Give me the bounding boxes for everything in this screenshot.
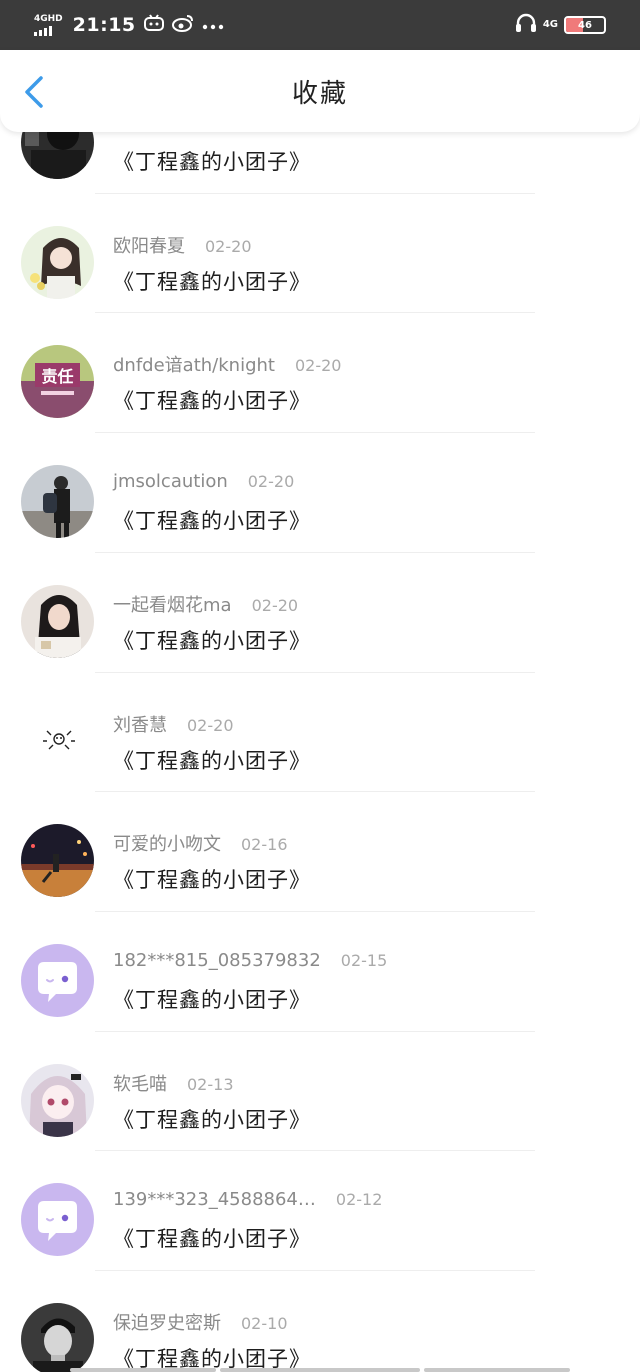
status-bar: 4GHD 21:15 4G 46 (0, 0, 640, 50)
username[interactable]: jmsolcaution (113, 471, 228, 492)
item-message: 《丁程鑫的小团子》 (113, 628, 311, 653)
headphones-icon (515, 13, 537, 37)
item-meta: 欧阳春夏 02-20 (113, 232, 252, 258)
battery-percent: 46 (578, 19, 592, 31)
item-message: 《丁程鑫的小团子》 (113, 987, 311, 1012)
favorite-item[interactable]: 保迫罗史密斯 02-10 《丁程鑫的小团子》 (0, 1271, 640, 1372)
item-message: 《丁程鑫的小团子》 (113, 1107, 311, 1132)
favorite-item[interactable]: 软毛喵 02-13 《丁程鑫的小团子》 (0, 1032, 640, 1152)
username[interactable]: 139***323_4588864… (113, 1189, 316, 1210)
status-left: 4GHD 21:15 (34, 14, 224, 36)
username[interactable]: 软毛喵 (113, 1070, 167, 1096)
username[interactable]: 可爱的小吻文 (113, 830, 221, 856)
username[interactable]: 保迫罗史密斯 (113, 1309, 221, 1335)
item-meta: dnfde谙ath/knight 02-20 (113, 351, 341, 377)
item-meta: 刘香慧 02-20 (113, 711, 234, 737)
item-meta: jmsolcaution 02-20 (113, 471, 294, 492)
item-date: 02-20 (251, 595, 299, 615)
username[interactable]: 182***815_085379832 (113, 950, 321, 971)
avatar[interactable] (21, 132, 94, 179)
nav-bar: 收藏 (0, 50, 640, 132)
signal-icon (34, 25, 52, 36)
avatar[interactable] (21, 943, 94, 1017)
favorite-item[interactable]: 欧阳春夏 02-20 《丁程鑫的小团子》 (0, 194, 640, 314)
avatar[interactable] (21, 1303, 94, 1372)
favorites-list: 《丁程鑫的小团子》 欧阳春夏 02-20 《丁程鑫的小团子》 责任 dnfde谙ath/k… (0, 132, 640, 1372)
weibo-icon (171, 14, 194, 36)
favorite-item[interactable]: 刘香慧 02-20 《丁程鑫的小团子》 (0, 673, 640, 793)
network-4g: 4G (542, 19, 558, 30)
item-meta: 182***815_085379832 02-15 (113, 950, 387, 971)
more-dots-icon (202, 17, 224, 34)
avatar[interactable] (21, 824, 94, 898)
favorite-item[interactable]: 《丁程鑫的小团子》 (0, 132, 640, 194)
item-date: 02-13 (187, 1074, 234, 1094)
item-message: 《丁程鑫的小团子》 (113, 868, 311, 893)
avatar[interactable] (21, 225, 94, 299)
network-label: 4GHD (34, 13, 63, 24)
avatar[interactable] (21, 584, 94, 658)
username[interactable]: dnfde谙ath/knight (113, 351, 275, 377)
item-meta: 可爱的小吻文 02-16 (113, 830, 288, 856)
clock: 21:15 (72, 14, 136, 36)
item-date: 02-15 (340, 950, 388, 970)
avatar[interactable] (21, 1183, 94, 1257)
item-date: 02-20 (247, 472, 295, 492)
favorite-item[interactable]: 责任 dnfde谙ath/knight 02-20 《丁程鑫的小团子》 (0, 313, 640, 433)
avatar[interactable] (21, 704, 94, 778)
item-date: 02-20 (294, 356, 342, 376)
page-title: 收藏 (291, 78, 348, 109)
item-meta: 软毛喵 02-13 (113, 1070, 234, 1096)
bottom-indicator (0, 1368, 640, 1372)
avatar[interactable]: 责任 (21, 345, 94, 419)
favorite-item[interactable]: 可爱的小吻文 02-16 《丁程鑫的小团子》 (0, 792, 640, 912)
status-right: 4G 46 (515, 13, 606, 37)
item-message: 《丁程鑫的小团子》 (113, 150, 311, 174)
item-message: 《丁程鑫的小团子》 (113, 748, 311, 773)
avatar[interactable] (21, 465, 94, 539)
item-message: 《丁程鑫的小团子》 (113, 389, 311, 414)
battery-icon: 46 (564, 16, 606, 34)
item-date: 02-12 (335, 1190, 383, 1210)
item-message: 《丁程鑫的小团子》 (113, 269, 311, 294)
item-meta: 一起看烟花ma 02-20 (113, 591, 298, 617)
bilibili-icon (143, 14, 164, 36)
item-message: 《丁程鑫的小团子》 (113, 1227, 311, 1252)
item-date: 02-10 (241, 1314, 288, 1333)
item-date: 02-20 (205, 236, 252, 256)
item-date: 02-16 (241, 835, 288, 855)
item-date: 02-20 (187, 715, 234, 735)
svg-text:责任: 责任 (41, 367, 73, 386)
username[interactable]: 一起看烟花ma (113, 591, 232, 617)
favorite-item[interactable]: 139***323_4588864… 02-12 《丁程鑫的小团子》 (0, 1151, 640, 1271)
item-meta: 139***323_4588864… 02-12 (113, 1189, 382, 1210)
favorite-item[interactable]: 一起看烟花ma 02-20 《丁程鑫的小团子》 (0, 553, 640, 673)
network-indicator: 4GHD (34, 13, 63, 36)
item-message: 《丁程鑫的小团子》 (113, 509, 311, 534)
username[interactable]: 欧阳春夏 (113, 232, 185, 258)
item-meta: 保迫罗史密斯 02-10 (113, 1309, 288, 1335)
avatar[interactable] (21, 1063, 94, 1137)
favorite-item[interactable]: 182***815_085379832 02-15 《丁程鑫的小团子》 (0, 912, 640, 1032)
favorite-item[interactable]: jmsolcaution 02-20 《丁程鑫的小团子》 (0, 433, 640, 553)
username[interactable]: 刘香慧 (113, 711, 167, 737)
